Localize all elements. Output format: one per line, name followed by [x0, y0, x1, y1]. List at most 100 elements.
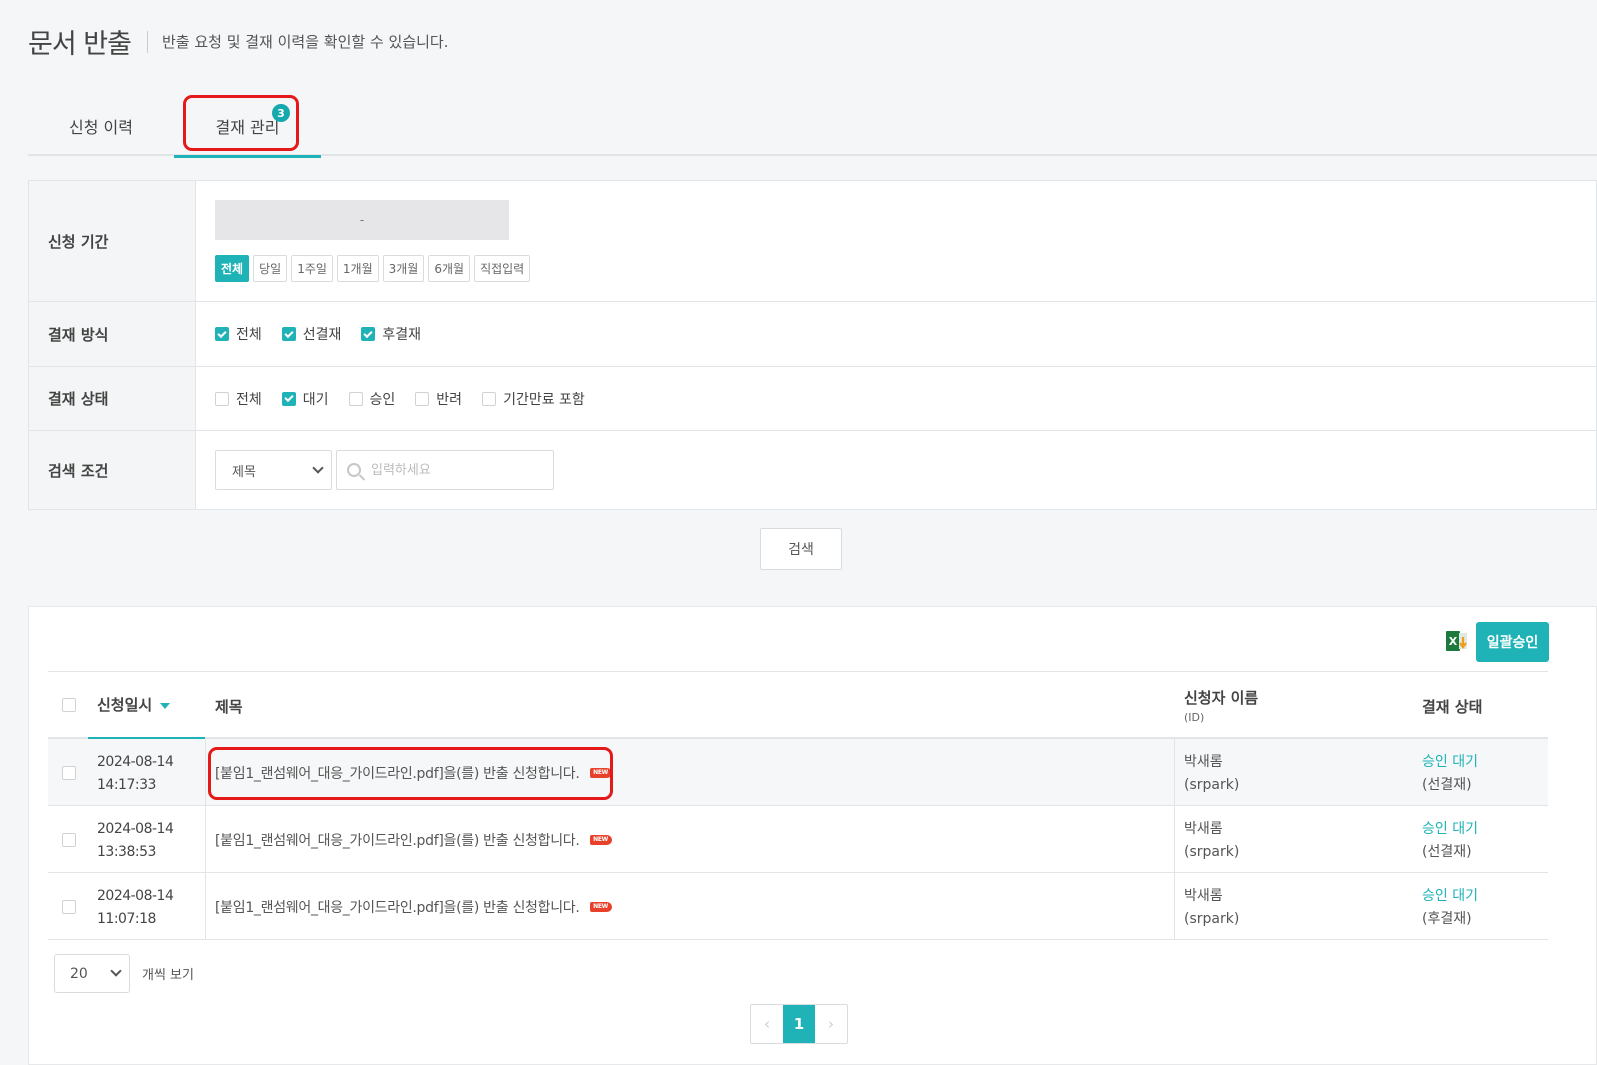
column-header-status: 결재 상태 — [1422, 698, 1483, 716]
filter-label: 결재 방식 — [29, 302, 196, 366]
column-header-title: 제목 — [215, 698, 243, 716]
select-all-checkbox[interactable] — [62, 698, 76, 712]
excel-download-icon[interactable]: X — [1444, 628, 1470, 654]
approval-list-panel: X 일괄승인 신청일시 제목 신청자 이름 (ID) 결재 상태 2024-08… — [28, 606, 1597, 1065]
header-divider — [146, 30, 148, 53]
method-checkbox-post[interactable]: 후결재 — [361, 324, 421, 344]
period-button-custom[interactable]: 직접입력 — [474, 255, 531, 282]
cell-user: 박새롬 (srpark) — [1184, 888, 1240, 927]
search-field-select[interactable]: 제목 — [215, 450, 332, 490]
cell-title[interactable]: [붙임1_랜섬웨어_대응_가이드라인.pdf]을(를) 반출 신청합니다. NE… — [215, 739, 612, 806]
chevron-down-icon — [312, 461, 324, 474]
column-divider — [205, 739, 206, 805]
next-page-button[interactable]: › — [815, 1005, 847, 1043]
cell-date: 2024-08-14 13:38:53 — [97, 821, 174, 860]
filter-label: 결재 상태 — [29, 367, 196, 430]
period-button-1week[interactable]: 1주일 — [291, 255, 333, 282]
pagination: ‹ 1 › — [750, 1004, 848, 1044]
cell-user: 박새롬 (srpark) — [1184, 821, 1240, 860]
page-size-value: 20 — [70, 965, 88, 982]
table-row[interactable]: 2024-08-14 13:38:53 [붙임1_랜섬웨어_대응_가이드라인.p… — [48, 806, 1548, 873]
status-link[interactable]: 승인 대기 — [1422, 751, 1478, 774]
page-size-select[interactable]: 20 — [54, 954, 130, 993]
page-description: 반출 요청 및 결재 이력을 확인할 수 있습니다. — [161, 33, 449, 51]
column-divider — [205, 806, 206, 872]
method-checkbox-all[interactable]: 전체 — [215, 324, 262, 344]
period-button-today[interactable]: 당일 — [253, 255, 288, 282]
column-header-user: 신청자 이름 (ID) — [1184, 689, 1259, 724]
filter-panel: 신청 기간 - 전체 당일 1주일 1개월 3개월 6개월 직접입력 결재 방식… — [28, 180, 1597, 510]
status-checkbox-expired[interactable]: 기간만료 포함 — [482, 389, 585, 409]
column-header-date[interactable]: 신청일시 — [97, 694, 171, 715]
cell-title[interactable]: [붙임1_랜섬웨어_대응_가이드라인.pdf]을(를) 반출 신청합니다. NE… — [215, 806, 612, 873]
cell-status: 승인 대기 (선결재) — [1422, 818, 1478, 864]
table-header: 신청일시 제목 신청자 이름 (ID) 결재 상태 — [48, 671, 1548, 739]
status-checkbox-pending[interactable]: 대기 — [281, 389, 329, 409]
tab-label: 결재 관리 — [215, 117, 280, 137]
column-divider — [1174, 873, 1175, 939]
search-input-wrapper[interactable] — [336, 450, 554, 490]
checkbox[interactable] — [281, 327, 296, 341]
page-title: 문서 반출 — [28, 29, 132, 60]
filter-row-method: 결재 방식 전체 선결재 후결재 — [29, 302, 1596, 367]
period-button-6months[interactable]: 6개월 — [428, 255, 471, 282]
cell-date: 2024-08-14 14:17:33 — [97, 754, 174, 793]
cell-status: 승인 대기 (선결재) — [1422, 751, 1478, 797]
status-link[interactable]: 승인 대기 — [1422, 885, 1478, 908]
page-size-label: 개씩 보기 — [142, 968, 194, 983]
column-divider — [1174, 739, 1175, 805]
status-checkbox-approved[interactable]: 승인 — [348, 389, 395, 409]
tab-approval-management[interactable]: 결재 관리 3 — [174, 95, 321, 158]
checkbox[interactable] — [215, 327, 229, 341]
period-quick-buttons: 전체 당일 1주일 1개월 3개월 6개월 직접입력 — [215, 255, 1596, 282]
search-button[interactable]: 검색 — [760, 528, 842, 570]
chevron-down-icon — [110, 965, 122, 977]
new-badge: NEW — [589, 767, 612, 778]
search-icon — [347, 463, 361, 477]
filter-label: 검색 조건 — [29, 431, 196, 509]
row-checkbox[interactable] — [62, 900, 76, 914]
tab-request-history[interactable]: 신청 이력 — [28, 95, 174, 156]
method-checkbox-pre[interactable]: 선결재 — [281, 324, 341, 344]
checkbox[interactable] — [281, 391, 296, 406]
row-checkbox[interactable] — [62, 833, 76, 847]
filter-row-status: 결재 상태 전체 대기 승인 반려 기간만료 포함 — [29, 367, 1596, 431]
checkbox[interactable] — [215, 391, 229, 406]
filter-row-condition: 검색 조건 제목 — [29, 431, 1596, 509]
checkbox[interactable] — [482, 391, 497, 406]
select-value: 제목 — [232, 464, 256, 480]
checkbox[interactable] — [415, 391, 430, 406]
filter-row-period: 신청 기간 - 전체 당일 1주일 1개월 3개월 6개월 직접입력 — [29, 181, 1596, 302]
status-checkbox-rejected[interactable]: 반려 — [415, 389, 462, 409]
date-range-separator: - — [359, 213, 365, 227]
date-range-picker[interactable]: - — [215, 200, 509, 240]
period-button-all[interactable]: 전체 — [215, 255, 250, 282]
page-button-1[interactable]: 1 — [783, 1005, 815, 1043]
table-row[interactable]: 2024-08-14 14:17:33 [붙임1_랜섬웨어_대응_가이드라인.p… — [48, 739, 1548, 806]
checkbox[interactable] — [348, 391, 363, 406]
cell-status: 승인 대기 (후결재) — [1422, 885, 1478, 931]
status-link[interactable]: 승인 대기 — [1422, 818, 1478, 841]
tab-label: 신청 이력 — [69, 117, 133, 137]
bulk-approve-button[interactable]: 일괄승인 — [1476, 622, 1549, 662]
checkbox[interactable] — [361, 327, 376, 341]
tab-bar: 신청 이력 결재 관리 3 — [28, 95, 1597, 158]
sort-desc-icon — [160, 702, 171, 709]
table-row[interactable]: 2024-08-14 11:07:18 [붙임1_랜섬웨어_대응_가이드라인.p… — [48, 873, 1548, 940]
column-divider — [205, 873, 206, 939]
cell-date: 2024-08-14 11:07:18 — [97, 888, 174, 927]
prev-page-button[interactable]: ‹ — [751, 1005, 783, 1043]
row-checkbox[interactable] — [62, 766, 76, 780]
cell-title[interactable]: [붙임1_랜섬웨어_대응_가이드라인.pdf]을(를) 반출 신청합니다. NE… — [215, 873, 612, 940]
filter-label: 신청 기간 — [29, 181, 196, 301]
search-input[interactable] — [371, 462, 541, 478]
page-header: 문서 반출 반출 요청 및 결재 이력을 확인할 수 있습니다. — [28, 22, 449, 61]
status-checkbox-all[interactable]: 전체 — [215, 389, 262, 409]
column-divider — [1174, 806, 1175, 872]
period-button-3months[interactable]: 3개월 — [382, 255, 425, 282]
period-button-1month[interactable]: 1개월 — [336, 255, 379, 282]
cell-user: 박새롬 (srpark) — [1184, 754, 1240, 793]
approval-table: 신청일시 제목 신청자 이름 (ID) 결재 상태 2024-08-14 14:… — [48, 671, 1548, 940]
new-badge: NEW — [589, 834, 612, 845]
pending-count-badge: 3 — [272, 104, 290, 122]
